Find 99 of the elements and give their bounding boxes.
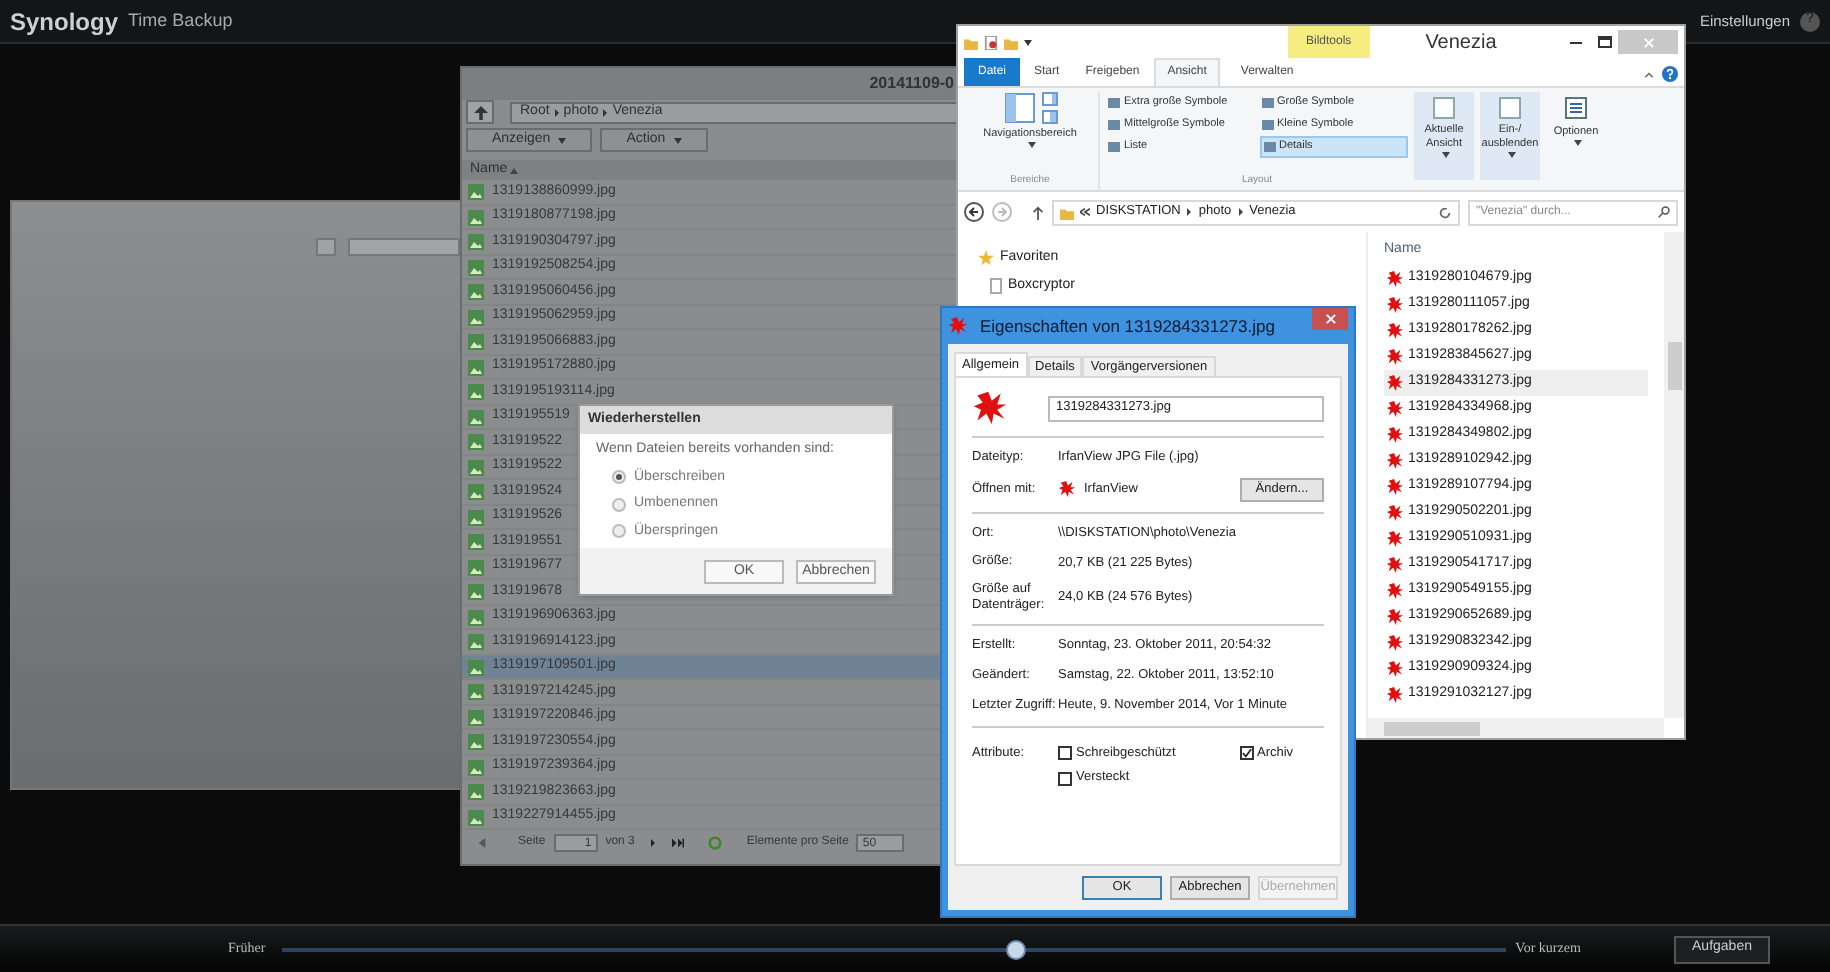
chevron-icon [602,107,609,118]
back-icon[interactable] [964,202,984,222]
overflow-icon [1080,208,1090,216]
image-file-icon [468,409,484,426]
caret-icon [509,167,518,174]
image-file-icon [468,184,484,201]
caret-icon [1441,152,1449,158]
up-arrow-icon[interactable] [1032,205,1044,219]
close-icon [1325,314,1335,324]
image-file-icon [468,284,484,301]
irfanview-file-icon [972,390,1008,426]
image-file-icon [468,459,484,476]
irfanview-file-icon [1386,269,1404,287]
image-file-icon [468,709,484,726]
caret-icon [1027,142,1035,149]
close-icon [1643,37,1653,47]
radio-button[interactable] [612,470,626,485]
folder-icon [964,35,978,49]
view-options-icon [1432,96,1456,120]
chevron-icon [650,838,657,849]
checkbox[interactable] [1058,745,1072,760]
irfanview-file-icon [1386,373,1404,391]
horizontal-scrollbar[interactable] [1368,718,1664,738]
image-file-icon [468,784,484,801]
irfanview-file-icon [1386,529,1404,547]
image-file-icon [468,434,484,451]
close-button[interactable] [1312,308,1348,330]
caret-icon [1507,152,1515,158]
caret-icon [558,137,567,144]
image-file-icon [468,559,484,576]
irfanview-file-icon [1386,659,1404,677]
help-icon[interactable] [1662,66,1678,82]
image-file-icon [468,659,484,676]
chevron-icon [1186,208,1193,216]
image-file-icon [468,609,484,626]
image-file-icon [468,234,484,251]
caret-icon [1573,140,1581,147]
checkbox[interactable] [1058,771,1072,786]
image-file-icon [468,759,484,776]
image-file-icon [468,684,484,701]
path-field[interactable] [348,238,460,256]
checkbox[interactable] [1239,745,1253,760]
image-file-icon [468,334,484,351]
app-logo: Synology [10,5,119,39]
caret-icon [673,137,682,144]
image-file-icon [468,384,484,401]
star-icon [978,250,994,267]
irfanview-file-icon [1386,607,1404,625]
dialog-title: Eigenschaften von 1319284331273.jpg [980,313,1275,339]
image-file-icon [468,359,484,376]
vertical-scrollbar[interactable] [1664,232,1684,718]
up-arrow-icon [473,105,487,120]
image-file-icon [468,809,484,826]
folder-icon [1060,205,1074,219]
image-file-icon [468,259,484,276]
pane-layout-icon [1003,92,1035,124]
irfanview-file-icon [1386,347,1404,365]
irfanview-file-icon [1386,555,1404,573]
irfanview-file-icon [1386,321,1404,339]
last-page-icon[interactable] [672,838,685,849]
irfanview-file-icon [1386,295,1404,313]
irfanview-file-icon [1386,685,1404,703]
irfanview-icon [948,316,968,336]
details-pane-icon[interactable] [1041,110,1057,124]
chevron-icon [1237,208,1244,216]
file-icon [990,277,1002,294]
image-file-icon [468,509,484,526]
image-file-icon [468,534,484,551]
preview-pane-icon[interactable] [1041,92,1057,106]
image-file-icon [468,584,484,601]
list-options-icon [1564,96,1588,120]
image-file-icon [468,634,484,651]
image-file-icon [468,309,484,326]
irfanview-icon [1058,480,1076,499]
view-options-icon [1498,96,1522,120]
irfanview-file-icon [1386,451,1404,469]
irfanview-file-icon [1386,425,1404,443]
backup-date: 20141109-0 [869,71,954,96]
up-button[interactable] [466,100,494,125]
window-title: Venezia [1425,29,1497,57]
chevron-icon [553,107,560,118]
app-title: Time Backup [128,7,233,34]
timeline-thumb[interactable] [1005,939,1026,959]
refresh-icon[interactable] [1438,205,1452,219]
image-file-icon [468,484,484,501]
dropdown-icon[interactable] [1024,39,1032,45]
irfanview-file-icon [1386,399,1404,417]
radio-button[interactable] [612,497,626,512]
image-file-icon [468,734,484,751]
image-file-icon [468,209,484,226]
properties-icon[interactable] [984,35,998,49]
irfanview-file-icon [1386,477,1404,495]
check-icon [1241,747,1251,758]
collapse-icon[interactable] [1644,71,1654,77]
irfanview-file-icon [1386,581,1404,599]
irfanview-file-icon [1386,503,1404,521]
search-icon [1658,206,1670,218]
radio-button[interactable] [612,524,626,539]
irfanview-file-icon [1386,633,1404,651]
